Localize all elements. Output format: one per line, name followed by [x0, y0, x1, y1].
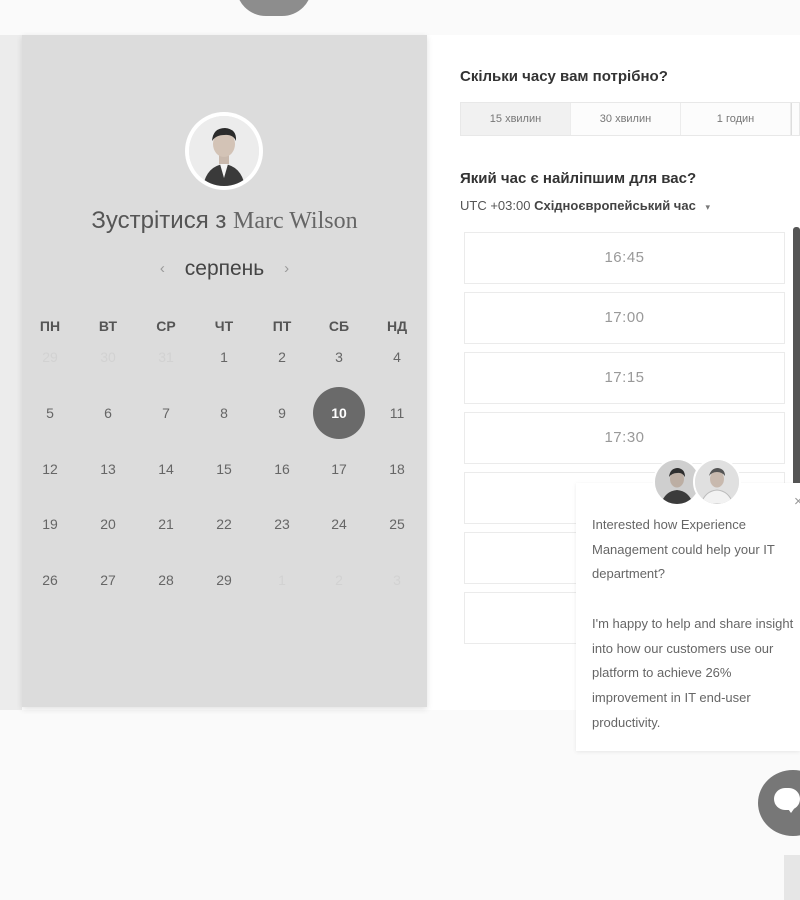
calendar-day: 3	[393, 572, 401, 588]
duration-option-60[interactable]: 1 годин	[681, 103, 791, 135]
timezone-offset: UTC +03:00	[460, 198, 531, 213]
calendar-day[interactable]: 3	[313, 331, 365, 383]
duration-selector-edge	[791, 103, 799, 135]
chat-message-paragraph: I'm happy to help and share insight into…	[592, 615, 794, 730]
brand-logo	[236, 0, 636, 16]
meeting-title-prefix: Зустрітися з	[91, 207, 227, 234]
prev-month-icon[interactable]: ‹	[160, 260, 165, 277]
calendar-day[interactable]: 8	[198, 387, 250, 439]
calendar-day[interactable]: 12	[24, 443, 76, 495]
calendar-day[interactable]: 16	[256, 443, 308, 495]
calendar-day[interactable]: 18	[371, 443, 423, 495]
calendar-panel: Зустрітися з Marc Wilson ‹ серпень › ПН В…	[22, 35, 427, 707]
calendar-day[interactable]: 7	[140, 387, 192, 439]
duration-selector: 15 хвилин 30 хвилин 1 годин	[460, 102, 800, 136]
duration-option-15[interactable]: 15 хвилин	[461, 103, 571, 135]
time-slot[interactable]: 17:30	[464, 412, 785, 464]
calendar-day[interactable]: 4	[371, 331, 423, 383]
time-slot[interactable]: 17:00	[464, 292, 785, 344]
right-edge-strip	[784, 855, 800, 900]
timezone-selector[interactable]: UTC +03:00 Східноєвропейський час ▾	[460, 198, 710, 213]
calendar-day: 31	[158, 349, 174, 365]
chat-message-paragraph: Interested how Experience Management cou…	[592, 517, 775, 582]
calendar-day[interactable]: 6	[82, 387, 134, 439]
calendar-day[interactable]: 2	[256, 331, 308, 383]
calendar-day[interactable]: 22	[198, 498, 250, 550]
calendar-day: 2	[335, 572, 343, 588]
calendar-day: 1	[278, 572, 286, 588]
calendar-day-selected[interactable]: 10	[313, 387, 365, 439]
chevron-down-icon: ▾	[705, 202, 710, 212]
host-avatar	[185, 112, 263, 190]
chat-message-popup: × Interested how Experience Management c…	[576, 483, 800, 751]
calendar-day[interactable]: 24	[313, 498, 365, 550]
host-name: Marc Wilson	[233, 208, 358, 234]
calendar-day[interactable]: 29	[198, 554, 250, 606]
time-slot[interactable]: 17:15	[464, 352, 785, 404]
person-photo-icon	[189, 116, 259, 186]
calendar-day[interactable]: 1	[198, 331, 250, 383]
left-edge-strip	[0, 35, 22, 710]
chat-bubble-tail-icon	[786, 806, 796, 813]
calendar-day[interactable]: 19	[24, 498, 76, 550]
month-label: серпень	[184, 257, 265, 280]
close-icon[interactable]: ×	[794, 493, 800, 510]
calendar-day[interactable]: 13	[82, 443, 134, 495]
calendar-day[interactable]: 5	[24, 387, 76, 439]
time-slot[interactable]: 16:45	[464, 232, 785, 284]
logo-bubble-shape	[236, 0, 312, 16]
agent-avatar	[693, 458, 741, 506]
next-month-icon[interactable]: ›	[284, 260, 289, 277]
calendar-day[interactable]: 21	[140, 498, 192, 550]
calendar-day[interactable]: 25	[371, 498, 423, 550]
person-photo-icon	[695, 460, 739, 504]
calendar-day[interactable]: 26	[24, 554, 76, 606]
calendar-day[interactable]: 14	[140, 443, 192, 495]
calendar-day[interactable]: 9	[256, 387, 308, 439]
calendar-day[interactable]: 15	[198, 443, 250, 495]
time-question: Який час є найліпшим для вас?	[460, 170, 697, 187]
calendar-day[interactable]: 20	[82, 498, 134, 550]
timezone-name: Східноєвропейський час	[534, 198, 696, 213]
chat-message: Interested how Experience Management cou…	[592, 513, 800, 735]
calendar-day: 29	[42, 349, 58, 365]
calendar-day[interactable]: 27	[82, 554, 134, 606]
calendar-day[interactable]: 28	[140, 554, 192, 606]
calendar-day[interactable]: 23	[256, 498, 308, 550]
duration-question: Скільки часу вам потрібно?	[460, 68, 668, 85]
calendar-day[interactable]: 17	[313, 443, 365, 495]
duration-option-30[interactable]: 30 хвилин	[571, 103, 681, 135]
chat-launcher-button[interactable]	[758, 770, 800, 836]
calendar-day[interactable]: 11	[371, 387, 423, 439]
month-navigator: ‹ серпень ›	[22, 257, 427, 281]
calendar-day: 30	[100, 349, 116, 365]
meeting-title: Зустрітися з Marc Wilson	[22, 207, 427, 235]
